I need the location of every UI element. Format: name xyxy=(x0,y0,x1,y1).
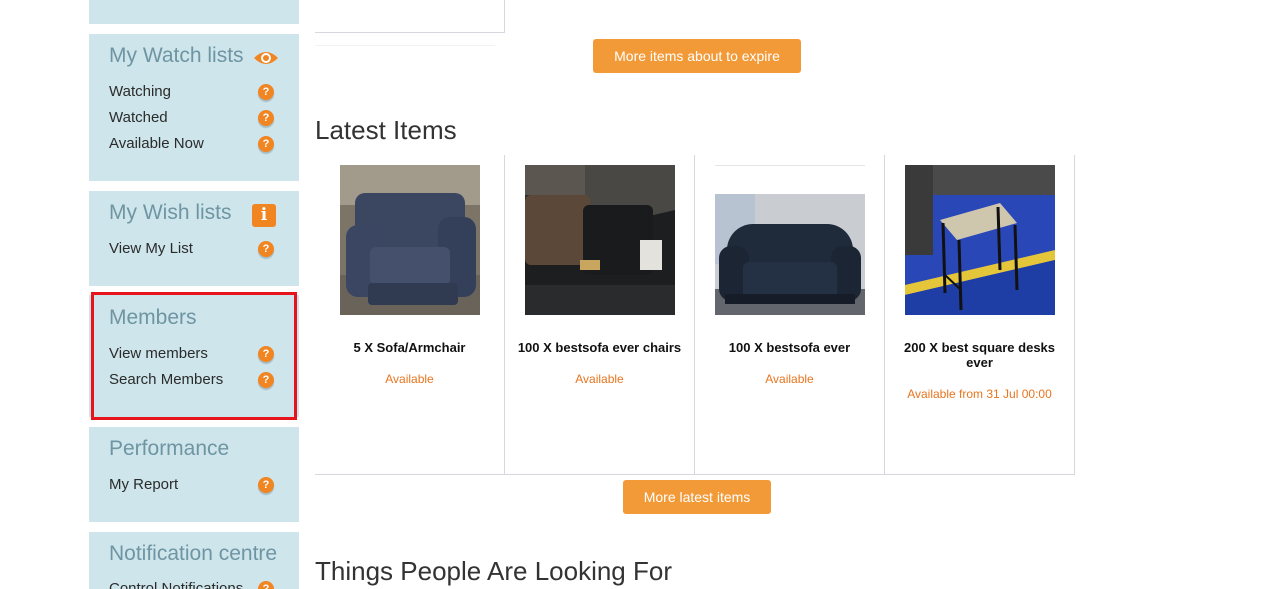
notification-centre-panel: Notification centre Control Notification… xyxy=(89,532,299,589)
watch-lists-title: My Watch lists xyxy=(109,44,244,67)
desk-photo[interactable] xyxy=(905,165,1055,315)
sidebar-item-watched[interactable]: Watched xyxy=(109,109,168,126)
divider xyxy=(315,45,495,46)
latest-items-title: Latest Items xyxy=(315,115,457,145)
watch-lists-panel: My Watch lists Watching ? Watched ? Avai… xyxy=(89,34,299,181)
item-card[interactable]: 100 X bestsofa ever Available xyxy=(695,155,885,474)
sidebar-item-my-report[interactable]: My Report xyxy=(109,476,178,493)
performance-panel: Performance My Report ? xyxy=(89,427,299,522)
armchair-photo[interactable] xyxy=(340,165,480,315)
help-icon[interactable]: ? xyxy=(258,84,274,100)
item-status: Available xyxy=(385,372,434,386)
sofa-photo[interactable] xyxy=(715,194,865,315)
sidebar-item-control-notifications[interactable]: Control Notifications xyxy=(109,580,243,589)
item-status: Available xyxy=(765,372,814,386)
more-items-about-to-expire-button[interactable]: More items about to expire xyxy=(593,39,801,73)
wish-lists-title: My Wish lists xyxy=(109,201,232,224)
more-latest-items-button[interactable]: More latest items xyxy=(623,480,771,514)
item-card[interactable]: 100 X bestsofa ever chairs Available xyxy=(505,155,695,474)
wish-lists-panel: My Wish lists i View My List ? xyxy=(89,191,299,286)
previous-item-card xyxy=(315,0,505,33)
chairs-photo[interactable] xyxy=(525,165,675,315)
info-icon[interactable]: i xyxy=(252,204,276,227)
item-card[interactable]: 5 X Sofa/Armchair Available xyxy=(315,155,505,474)
eye-icon xyxy=(254,52,278,64)
item-status: Available from 31 Jul 00:00 xyxy=(907,387,1052,401)
sidebar-item-view-my-list[interactable]: View My List xyxy=(109,240,193,257)
latest-items-grid: 5 X Sofa/Armchair Available 100 X bestso… xyxy=(315,155,1075,475)
item-title[interactable]: 100 X bestsofa ever chairs xyxy=(513,340,686,355)
help-icon[interactable]: ? xyxy=(258,241,274,257)
members-highlight-box xyxy=(91,292,297,420)
sidebar-item-available-now[interactable]: Available Now xyxy=(109,135,204,152)
item-title[interactable]: 200 X best square desks ever xyxy=(893,340,1066,370)
divider xyxy=(715,165,865,166)
item-title[interactable]: 100 X bestsofa ever xyxy=(703,340,876,355)
help-icon[interactable]: ? xyxy=(258,136,274,152)
item-title[interactable]: 5 X Sofa/Armchair xyxy=(323,340,496,355)
sidebar-item-watching[interactable]: Watching xyxy=(109,83,171,100)
help-icon[interactable]: ? xyxy=(258,477,274,493)
help-icon[interactable]: ? xyxy=(258,110,274,126)
notification-centre-title: Notification centre xyxy=(109,542,278,565)
performance-title: Performance xyxy=(109,437,230,460)
item-status: Available xyxy=(575,372,624,386)
sidebar-panel-top xyxy=(89,0,299,24)
looking-for-title: Things People Are Looking For xyxy=(315,556,672,586)
help-icon[interactable]: ? xyxy=(258,581,274,589)
item-card[interactable]: 200 X best square desks ever Available f… xyxy=(885,155,1075,474)
